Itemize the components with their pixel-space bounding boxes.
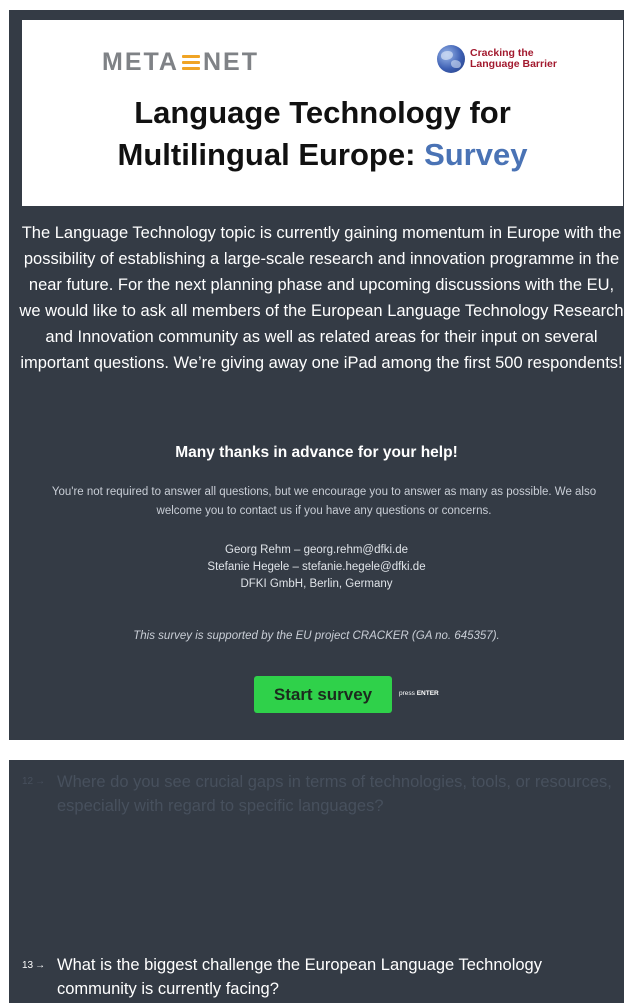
press-hint-prefix: press [399,690,417,697]
welcome-screen: META NET Cracking the Language Barrier L… [9,10,624,740]
survey-header: META NET Cracking the Language Barrier L… [22,20,623,206]
meta-net-logo-right: NET [202,48,259,76]
cracker-logo: Cracking the Language Barrier [437,45,557,73]
question-text: Where do you see crucial gaps in terms o… [57,773,612,815]
contact-line: Georg Rehm – georg.rehm@dfki.de [225,544,408,556]
title-line-1: Language Technology for [134,95,511,130]
question-text: What is the biggest challenge the Europe… [57,956,542,998]
start-survey-button[interactable]: Start survey [254,676,392,713]
funding-note: This survey is supported by the EU proje… [133,630,500,642]
arrow-right-icon: → [35,776,46,787]
page-title: Language Technology for Multilingual Eur… [22,92,623,176]
globe-icon [437,45,465,73]
meta-net-logo: META NET [102,48,259,77]
meta-net-logo-left: META [102,48,179,76]
arrow-right-icon: → [35,960,46,971]
press-enter-hint: press ENTER [399,690,439,697]
title-line-2: Multilingual Europe: Survey [22,134,623,176]
question-number: 12 → [22,776,45,787]
contact-line: Stefanie Hegele – stefanie.hegele@dfki.d… [207,561,426,573]
question-number: 13 → [22,960,45,971]
question-number-value: 13 [22,960,34,971]
contact-info: Georg Rehm – georg.rehm@dfki.de Stefanie… [9,542,624,593]
contact-line: DFKI GmbH, Berlin, Germany [240,578,393,590]
thanks-heading: Many thanks in advance for your help! [175,444,458,461]
intro-text: The Language Technology topic is current… [19,224,624,372]
title-line-2-text: Multilingual Europe: [117,137,425,172]
enter-key-label: ENTER [416,690,439,697]
title-accent: Survey [424,137,528,172]
question-number-value: 12 [22,776,34,787]
meta-net-logo-mark [181,55,200,70]
instructions-note: You're not required to answer all questi… [51,486,597,517]
cracker-logo-text: Cracking the Language Barrier [470,48,557,70]
cracker-logo-line2: Language Barrier [470,58,557,70]
questions-screen: 12 → Where do you see crucial gaps in te… [9,760,624,1003]
